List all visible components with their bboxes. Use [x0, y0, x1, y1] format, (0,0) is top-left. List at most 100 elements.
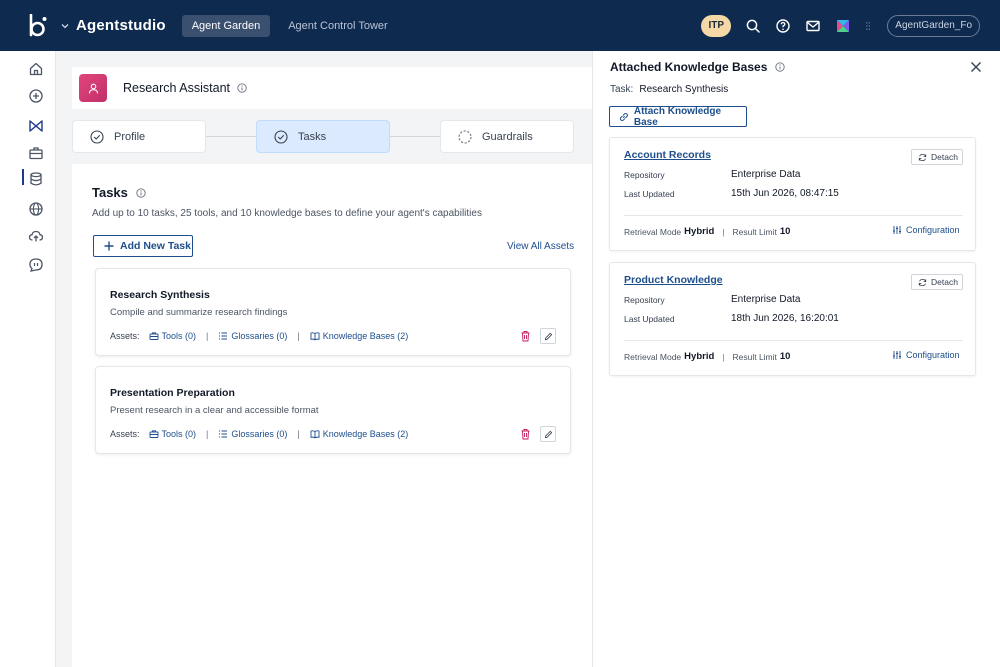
- edit-button[interactable]: [540, 328, 556, 344]
- toolbox-icon: [149, 430, 158, 438]
- avatar: [79, 74, 107, 102]
- database-icon[interactable]: [28, 171, 44, 187]
- help-icon[interactable]: [775, 18, 791, 34]
- divider: [624, 340, 963, 341]
- view-all-assets-link[interactable]: View All Assets: [507, 241, 574, 252]
- task-name: Research Synthesis: [110, 289, 210, 301]
- book-open-icon: [310, 332, 320, 341]
- tools-link-label: Tools (0): [161, 429, 197, 439]
- brand-name: Agentstudio: [76, 17, 166, 34]
- user-icon: [88, 83, 98, 93]
- close-icon[interactable]: [970, 61, 982, 73]
- glossaries-link[interactable]: Glossaries (0): [218, 429, 287, 439]
- attach-knowledge-base-label: Attach Knowledge Base: [633, 105, 722, 128]
- assets-row: Assets: Tools (0) | Glossaries (0) | Kno…: [110, 330, 408, 342]
- tools-link-label: Tools (0): [161, 331, 197, 341]
- link-icon: [619, 112, 628, 121]
- assets-label: Assets:: [110, 331, 140, 341]
- knowledge-bases-link-label: Knowledge Bases (2): [322, 429, 409, 439]
- tab-agent-control-tower[interactable]: Agent Control Tower: [278, 15, 397, 37]
- attached-knowledge-bases-panel: Attached Knowledge Bases Task: Research S…: [592, 51, 1000, 667]
- step-connector: [206, 136, 256, 137]
- knowledge-base-name-link[interactable]: Product Knowledge: [624, 274, 723, 286]
- stepper: Profile Tasks Guardrails: [72, 109, 592, 164]
- add-new-task-button[interactable]: Add New Task: [93, 235, 193, 257]
- knowledge-bases-link-label: Knowledge Bases (2): [322, 331, 409, 341]
- info-icon[interactable]: [136, 187, 146, 198]
- mail-icon[interactable]: [805, 18, 821, 34]
- panel-title: Attached Knowledge Bases: [610, 60, 786, 74]
- glossaries-link-label: Glossaries (0): [231, 429, 288, 439]
- refresh-icon: [918, 153, 927, 161]
- configuration-link[interactable]: Configuration: [892, 350, 960, 360]
- chevron-down-icon[interactable]: [60, 21, 70, 31]
- result-limit-value: 10: [779, 351, 791, 362]
- globe-icon[interactable]: [28, 201, 44, 217]
- retrieval-mode-value: Hybrid: [684, 226, 715, 237]
- repository-label: Repository: [624, 170, 665, 180]
- brand[interactable]: Agentstudio: [28, 13, 166, 38]
- agent-name: Research Assistant: [123, 81, 230, 95]
- sliders-icon: [893, 226, 901, 234]
- chat-icon[interactable]: [28, 257, 44, 273]
- knowledge-base-name-link[interactable]: Account Records: [624, 149, 711, 161]
- grid-icon[interactable]: [865, 18, 875, 34]
- trash-icon[interactable]: [520, 330, 531, 342]
- pencil-icon: [544, 332, 552, 340]
- tools-link[interactable]: Tools (0): [149, 429, 197, 439]
- tools-link[interactable]: Tools (0): [149, 331, 197, 341]
- detach-button[interactable]: Detach: [911, 149, 963, 165]
- configuration-label: Configuration: [906, 225, 960, 235]
- detach-button[interactable]: Detach: [911, 274, 963, 290]
- glossaries-link[interactable]: Glossaries (0): [218, 331, 287, 341]
- info-icon[interactable]: [237, 83, 247, 93]
- knowledge-bases-link[interactable]: Knowledge Bases (2): [310, 429, 409, 439]
- plus-icon: [104, 241, 114, 251]
- repository-label: Repository: [624, 295, 665, 305]
- repository-value: Enterprise Data: [731, 169, 801, 180]
- result-limit-label: Result Limit: [732, 226, 777, 237]
- task-card[interactable]: Research Synthesis Compile and summarize…: [95, 268, 571, 356]
- step-tasks[interactable]: Tasks: [256, 120, 390, 153]
- step-profile[interactable]: Profile: [72, 120, 206, 153]
- glossaries-link-label: Glossaries (0): [231, 331, 288, 341]
- sliders-icon: [893, 351, 901, 359]
- section-title-text: Tasks: [92, 185, 128, 200]
- briefcase-icon[interactable]: [28, 145, 44, 161]
- agents-icon[interactable]: [28, 118, 44, 134]
- retrieval-mode-label: Retrieval Mode: [624, 351, 682, 362]
- add-circle-icon[interactable]: [28, 88, 44, 104]
- task-description: Compile and summarize research findings: [110, 307, 288, 318]
- knowledge-bases-link[interactable]: Knowledge Bases (2): [310, 331, 409, 341]
- book-open-icon: [310, 430, 320, 439]
- check-circle-icon: [274, 129, 288, 144]
- configuration-link[interactable]: Configuration: [892, 225, 960, 235]
- apps-logo-icon[interactable]: [835, 18, 851, 34]
- search-icon[interactable]: [745, 18, 761, 34]
- brand-logo-icon: [29, 13, 47, 36]
- configuration-label: Configuration: [906, 350, 960, 360]
- separator: |: [297, 429, 300, 439]
- task-label: Task:: [610, 84, 634, 95]
- step-label: Tasks: [298, 130, 327, 143]
- environment-badge[interactable]: ITP: [701, 14, 732, 37]
- section-title: Tasks: [92, 185, 146, 200]
- step-guardrails[interactable]: Guardrails: [440, 120, 574, 153]
- repository-value: Enterprise Data: [731, 294, 801, 305]
- info-icon[interactable]: [775, 62, 786, 72]
- tab-agent-garden[interactable]: Agent Garden: [181, 14, 271, 37]
- dashed-circle-icon: [458, 129, 472, 144]
- trash-icon[interactable]: [520, 428, 531, 440]
- cloud-upload-icon[interactable]: [28, 228, 44, 244]
- task-card[interactable]: Presentation Preparation Present researc…: [95, 366, 571, 454]
- attach-knowledge-base-button[interactable]: Attach Knowledge Base: [609, 105, 747, 128]
- last-updated-value: 15th Jun 2026, 08:47:15: [731, 188, 839, 199]
- agent-header: Research Assistant: [72, 67, 592, 109]
- user-menu[interactable]: AgentGarden_Fo: [887, 14, 980, 37]
- result-limit-label: Result Limit: [732, 351, 777, 362]
- edit-button[interactable]: [540, 426, 556, 442]
- home-icon[interactable]: [28, 61, 44, 77]
- separator: |: [206, 429, 209, 439]
- top-navigation-bar: Agentstudio Agent Garden Agent Control T…: [0, 0, 1000, 51]
- kb-settings-summary: Retrieval Mode Hybrid | Result Limit 10: [624, 226, 790, 237]
